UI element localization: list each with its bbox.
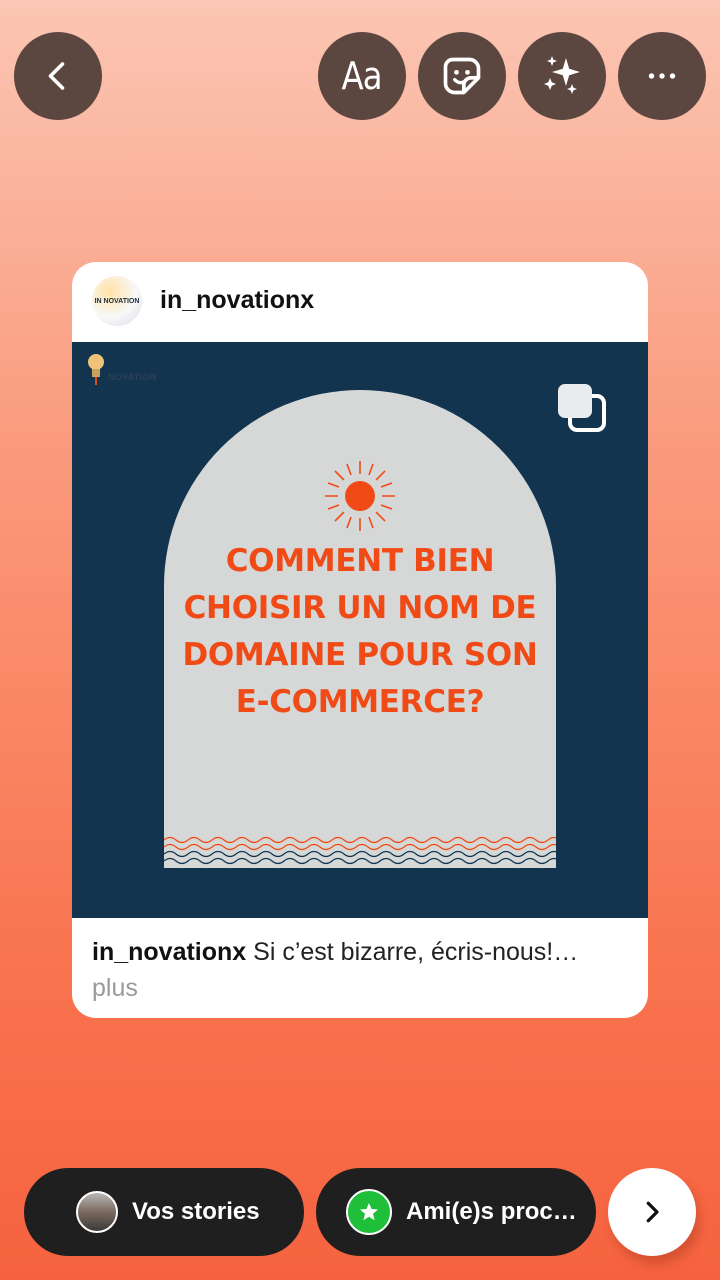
headline-line: E-COMMERCE? [235, 684, 485, 720]
arch-shape: COMMENT BIEN CHOISIR UN NOM DE DOMAINE P… [164, 390, 556, 868]
back-button[interactable] [14, 32, 102, 120]
shared-post-card[interactable]: IN NOVATION in_novationx NOVATION COMMEN… [72, 262, 648, 1018]
avatar-logo-text: IN NOVATION [94, 297, 140, 305]
wave-pattern [164, 836, 556, 865]
effects-button[interactable] [518, 32, 606, 120]
post-headline: COMMENT BIEN CHOISIR UN NOM DE DOMAINE P… [164, 538, 556, 726]
chevron-left-icon [48, 62, 65, 90]
caption-more-link[interactable]: plus [92, 974, 138, 1002]
text-tool-button[interactable]: Aa [318, 32, 406, 120]
carousel-icon [558, 384, 606, 432]
post-username[interactable]: in_novationx [160, 286, 314, 315]
text-tool-label: Aa [341, 54, 383, 98]
your-story-label: Vos stories [132, 1198, 260, 1225]
sun-icon [325, 461, 395, 531]
headline-line: DOMAINE POUR SON [182, 637, 538, 673]
image-logo-text: NOVATION [108, 372, 157, 382]
headline-line: COMMENT BIEN [225, 543, 495, 579]
more-button[interactable] [618, 32, 706, 120]
user-avatar [76, 1191, 118, 1233]
sticker-icon [443, 57, 481, 95]
post-author-avatar[interactable]: IN NOVATION [92, 276, 142, 326]
more-horizontal-icon [648, 73, 676, 79]
send-button[interactable] [608, 1168, 696, 1256]
headline-line: CHOISIR UN NOM DE [183, 590, 537, 626]
close-friends-label: Ami(e)s proc… [406, 1198, 577, 1225]
caption-text: Si c’est bizarre, écris-nous!… [253, 938, 579, 966]
sticker-button[interactable] [418, 32, 506, 120]
close-friends-button[interactable]: Ami(e)s proc… [316, 1168, 596, 1256]
lightbulb-icon [88, 354, 104, 385]
post-header: IN NOVATION in_novationx [72, 262, 648, 342]
image-logo: NOVATION [84, 350, 157, 390]
sparkles-icon [544, 56, 580, 94]
caption-username: in_novationx [92, 938, 247, 966]
post-image[interactable]: NOVATION COMMENT BIEN CHOISIR UN NOM DE … [72, 342, 648, 918]
post-caption[interactable]: in_novationx Si c’est bizarre, écris-nou… [92, 934, 628, 1006]
your-story-button[interactable]: Vos stories [24, 1168, 304, 1256]
chevron-right-icon [646, 1201, 659, 1223]
star-icon [346, 1189, 392, 1235]
